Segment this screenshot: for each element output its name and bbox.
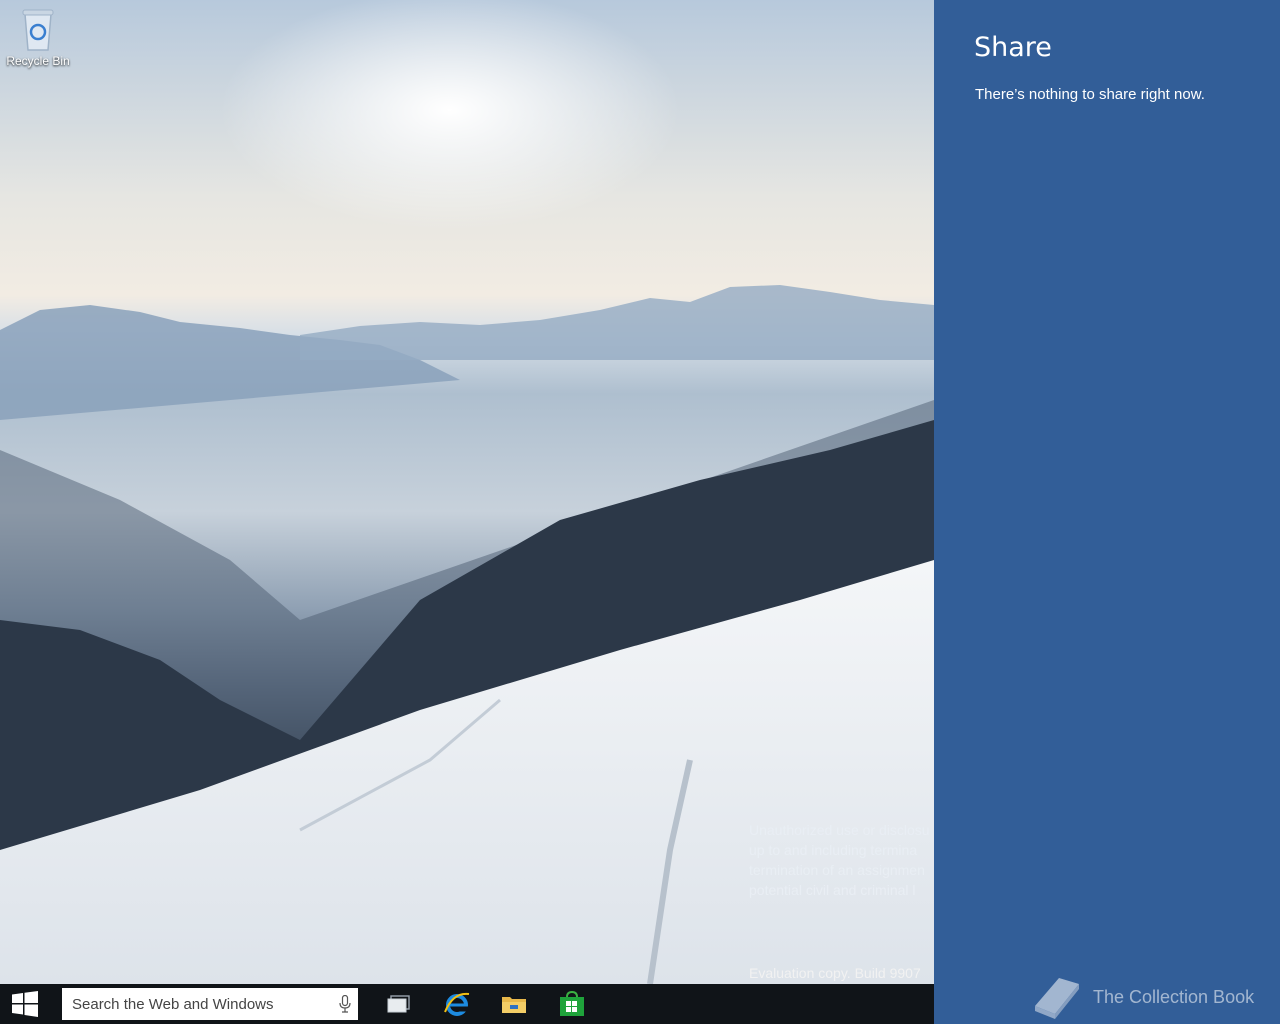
watermark-text: M Unauthorized use or disclosu up to and… <box>749 820 934 900</box>
windows-start-icon <box>12 991 38 1017</box>
watermark-line: termination of an assignmen <box>749 862 925 878</box>
store-button[interactable] <box>553 984 591 1024</box>
start-button[interactable] <box>0 984 50 1024</box>
internet-explorer-button[interactable] <box>438 984 476 1024</box>
store-icon <box>560 991 584 1016</box>
file-explorer-button[interactable] <box>495 984 533 1024</box>
share-pane: Share There’s nothing to share right now… <box>934 0 1280 1024</box>
file-explorer-icon <box>502 997 526 1013</box>
brand-watermark: The Collection Book <box>1029 974 1254 1020</box>
share-title: Share <box>974 32 1052 63</box>
share-empty-message: There’s nothing to share right now. <box>975 86 1205 103</box>
brand-name: The Collection Book <box>1093 986 1255 1007</box>
watermark-line: potential civil and criminal l <box>749 882 916 898</box>
recycle-bin-label: Recycle Bin <box>6 54 70 68</box>
watermark-line: Unauthorized use or disclosu <box>749 822 930 838</box>
taskbar <box>0 984 934 1024</box>
search-box[interactable] <box>62 988 358 1020</box>
desktop: Recycle Bin M Unauthorized use or disclo… <box>0 0 934 984</box>
watermark-line: up to and including termina <box>749 842 918 858</box>
microphone-icon <box>339 995 351 1013</box>
evaluation-copy-text: Evaluation copy. Build 9907 <box>749 965 921 981</box>
microphone-button[interactable] <box>332 988 358 1020</box>
book-icon <box>1035 978 1079 1019</box>
task-view-icon <box>387 995 410 1013</box>
internet-explorer-icon <box>444 992 470 1016</box>
task-view-button[interactable] <box>380 984 418 1024</box>
recycle-bin-shortcut[interactable]: Recycle Bin <box>6 6 70 68</box>
recycle-bin-icon <box>22 9 54 51</box>
search-input[interactable] <box>70 994 332 1014</box>
